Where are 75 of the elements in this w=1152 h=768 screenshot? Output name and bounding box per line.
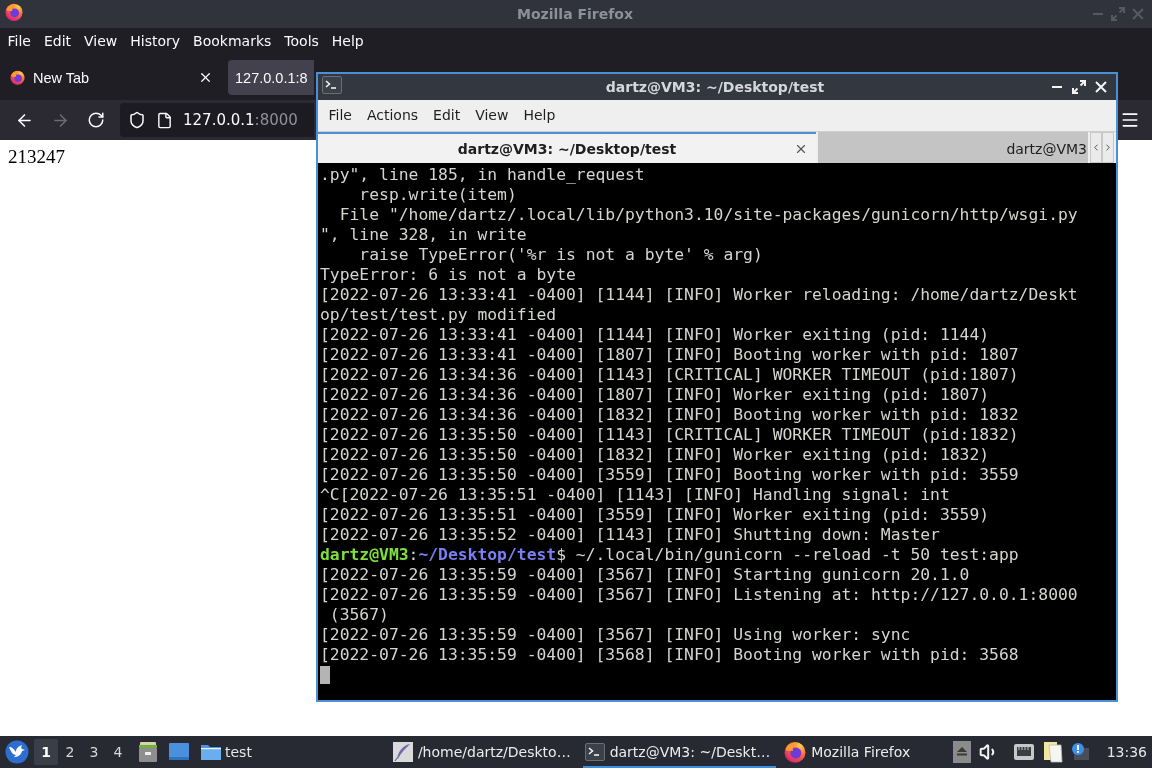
feather-icon — [392, 742, 413, 762]
shield-icon[interactable] — [128, 111, 146, 129]
clock: 13:36 — [1106, 744, 1147, 760]
address-field[interactable]: 127.0.0.1:8000 — [120, 103, 314, 137]
terminal-line: [2022-07-26 13:35:59 -0400] [3567] [INFO] Starting gunicorn 20.1.0 — [320, 565, 970, 585]
terminal-line: [2022-07-26 13:35:59 -0400] [3567] [INFO] Using worker: sync — [320, 625, 911, 645]
notes-icon[interactable] — [1042, 740, 1063, 764]
terminal-line: [2022-07-26 13:33:41 -0400] [1807] [INFO] Booting worker with pid: 1807 — [320, 345, 1019, 365]
logo-icon — [10, 70, 25, 85]
menu-item[interactable]: View — [468, 104, 515, 127]
terminal-line: ^C[2022-07-26 13:35:51 -0400] [1143] [INFO] Handling signal: int — [320, 485, 950, 505]
eject-icon[interactable] — [952, 741, 971, 763]
menu-item[interactable]: Edit — [37, 30, 78, 53]
menu-icon[interactable] — [1120, 110, 1140, 130]
start-menu-icon[interactable] — [5, 740, 29, 764]
task-button[interactable]: /home/dartz/Deskto… — [390, 736, 577, 768]
terminal-line: [2022-07-26 13:35:52 -0400] [1143] [INFO] Shutting down: Master — [320, 525, 940, 545]
terminal-line: File "/home/dartz/.local/lib/python3.10/site-packages/gunicorn/http/wsgi.py — [338, 205, 1078, 225]
menu-item[interactable]: Bookmarks — [186, 30, 278, 53]
logo-icon — [5, 3, 23, 21]
terminal-line: [2022-07-26 13:35:50 -0400] [1143] [CRITICAL] WORKER TIMEOUT (pid:1832) — [320, 425, 1019, 445]
terminal-line: [2022-07-26 13:35:51 -0400] [3559] [INFO] Worker exiting (pid: 3559) — [320, 505, 990, 525]
menu-item[interactable]: Help — [516, 104, 562, 127]
window-title: Mozilla Firefox — [517, 6, 633, 22]
menu-item[interactable]: Actions — [360, 104, 425, 127]
page-text: 213247 — [8, 146, 65, 167]
file-cabinet-icon[interactable] — [138, 741, 158, 763]
chevron-left-icon — [1091, 142, 1101, 153]
terminal-line: raise TypeError('%r is not a byte' % arg) — [358, 245, 763, 265]
terminal-line: [2022-07-26 13:35:50 -0400] [1832] [INFO] Worker exiting (pid: 1832) — [320, 445, 990, 465]
folder-icon — [200, 742, 222, 762]
terminal-line: (3567) — [328, 605, 389, 625]
task-button[interactable]: Mozilla Firefox — [782, 736, 917, 768]
chevron-right-icon — [1103, 142, 1113, 153]
menu-item[interactable]: Tools — [277, 30, 326, 53]
terminal-line: ", line 328, in write — [320, 225, 527, 245]
network-port-icon[interactable] — [1012, 743, 1035, 761]
menu-item[interactable]: File — [322, 104, 359, 127]
menu-item[interactable]: Edit — [426, 104, 467, 127]
browser-tab[interactable]: 127.0.0.1:8 — [228, 60, 314, 95]
terminal-line: .py", line 185, in handle_request — [320, 165, 645, 185]
terminal-line: [2022-07-26 13:35:59 -0400] [3568] [INFO] Booting worker with pid: 3568 — [320, 645, 1019, 665]
logo-icon — [784, 741, 807, 763]
page-icon[interactable] — [156, 111, 173, 129]
terminal-tab[interactable]: dartz@VM3 — [818, 132, 1088, 163]
terminal-line: [2022-07-26 13:35:59 -0400] [3567] [INFO] Listening at: http://127.0.0.1:8000 — [320, 585, 1078, 605]
terminal-line: [2022-07-26 13:34:36 -0400] [1143] [CRITICAL] WORKER TIMEOUT (pid:1807) — [320, 365, 1019, 385]
prompt-line: dartz@VM3:~/Desktop/test$ ~/.local/bin/gunicorn --reload -t 50 test:app — [320, 545, 1019, 565]
menu-item[interactable]: View — [77, 30, 124, 53]
close-icon[interactable] — [794, 142, 808, 156]
terminal-line: [2022-07-26 13:33:41 -0400] [1144] [INFO] Worker reloading: /home/dartz/Deskt — [320, 285, 1078, 305]
menu-item[interactable]: History — [123, 30, 187, 53]
url-text: 127.0.0.1:8000 — [183, 111, 298, 129]
task-button[interactable]: dartz@VM3: ~/Deskt… — [582, 736, 777, 768]
workspace-button[interactable]: 3 — [82, 739, 106, 765]
browser-tab[interactable]: New Tab — [0, 60, 220, 95]
terminal-line: [2022-07-26 13:34:36 -0400] [1807] [INFO] Worker exiting (pid: 1807) — [320, 385, 990, 405]
menu-item[interactable]: File — [1, 30, 38, 53]
workspace-button[interactable]: 4 — [106, 739, 130, 765]
menu-item[interactable]: Help — [325, 30, 371, 53]
terminal-line: TypeError: 6 is not a byte — [320, 265, 576, 285]
terminal-line: [2022-07-26 13:34:36 -0400] [1832] [INFO] Booting worker with pid: 1832 — [320, 405, 1019, 425]
workspace-button[interactable]: 1 — [34, 739, 58, 765]
reload-icon — [87, 111, 105, 129]
terminal-icon — [584, 742, 605, 762]
alert-icon[interactable] — [1070, 742, 1089, 762]
close-icon[interactable] — [198, 70, 213, 85]
terminal-line: op/test/test.py modified — [320, 305, 557, 325]
desktop-icon[interactable] — [168, 742, 190, 762]
terminal-line: [2022-07-26 13:33:41 -0400] [1144] [INFO] Worker exiting (pid: 1144) — [320, 325, 990, 345]
window-title: dartz@VM3: ~/Desktop/test — [605, 79, 825, 95]
terminal-line: [2022-07-26 13:35:50 -0400] [3559] [INFO] Booting worker with pid: 3559 — [320, 465, 1019, 485]
terminal-line: resp.write(item) — [358, 185, 517, 205]
workspace-button[interactable]: 2 — [58, 739, 82, 765]
launcher-button[interactable]: test — [198, 738, 254, 766]
